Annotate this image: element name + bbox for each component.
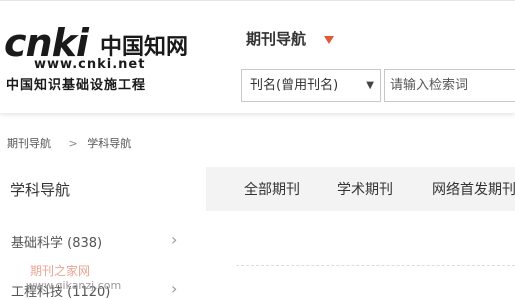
tab-all-journals[interactable]: 全部期刊 <box>244 179 300 199</box>
sidebar-item-label: 基础科学 (838) <box>11 236 103 251</box>
breadcrumb-separator: > <box>68 137 78 150</box>
search-input[interactable] <box>384 69 515 102</box>
search-field-select-value: 刊名(曾用刊名) <box>250 78 339 93</box>
chevron-right-icon: › <box>171 230 178 249</box>
logo-url: www.cnki.net <box>34 57 146 72</box>
breadcrumb-item-journal-nav[interactable]: 期刊导航 <box>7 137 51 150</box>
watermark-url: www.qikanzj.com <box>26 279 122 292</box>
search-field-select[interactable]: 刊名(曾用刊名) ▼ <box>241 69 381 102</box>
tab-academic-journals[interactable]: 学术期刊 <box>337 179 393 199</box>
page-title[interactable]: 期刊导航 <box>246 28 306 49</box>
chevron-down-icon: ▼ <box>366 80 374 91</box>
logo-tagline: 中国知识基础设施工程 <box>6 78 147 93</box>
breadcrumb-item-subject-nav[interactable]: 学科导航 <box>87 137 131 150</box>
cnki-logo[interactable]: cnki 中国知网 www.cnki.net 中国知识基础设施工程 <box>4 21 204 96</box>
journal-tabs: 全部期刊 学术期刊 网络首发期刊 <box>206 167 515 211</box>
breadcrumb: 期刊导航 > 学科导航 <box>7 135 137 151</box>
sidebar-title: 学科导航 <box>10 181 71 199</box>
chevron-right-icon: › <box>171 279 178 298</box>
tab-online-first-journals[interactable]: 网络首发期刊 <box>432 179 515 199</box>
watermark-text: 期刊之家网 <box>30 264 91 278</box>
sidebar-item-basic-science[interactable]: 基础科学 (838) <box>11 232 102 251</box>
divider <box>236 265 515 266</box>
dropdown-arrow-icon[interactable] <box>324 36 334 44</box>
page-header: cnki 中国知网 www.cnki.net 中国知识基础设施工程 期刊导航 刊… <box>0 0 515 113</box>
